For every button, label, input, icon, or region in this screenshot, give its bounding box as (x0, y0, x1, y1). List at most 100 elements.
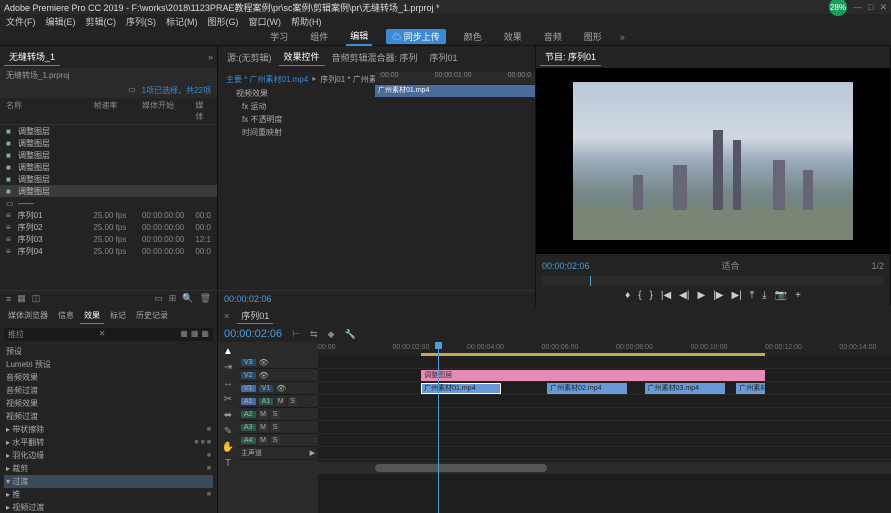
razor-tool-icon[interactable]: ✂ (224, 394, 232, 405)
bin-row[interactable]: ■调整图层 (0, 125, 217, 137)
eff-folder[interactable]: 音频效果 (4, 371, 213, 384)
clear-search-icon[interactable]: ✕ (99, 329, 106, 340)
ec-mini-timeline[interactable]: :00:00 00:00:01:00 00:00:0 广州素材01.mp4 (375, 72, 535, 292)
bin-row[interactable]: ■调整图层 (0, 137, 217, 149)
eff-folder[interactable]: 视频过渡 (4, 410, 213, 423)
program-timecode[interactable]: 00:00:02:06 (542, 261, 590, 271)
eff-folder[interactable]: 视频效果 (4, 397, 213, 410)
list-view-icon[interactable]: ≡ (6, 294, 11, 304)
bin-row[interactable]: ≡序列0125.00 fps00:00:00:0000:0 (0, 209, 217, 221)
program-fit[interactable]: 适合 (722, 259, 740, 272)
ws-learn[interactable]: 学习 (266, 28, 292, 45)
track-head-a1[interactable]: A1A1MS (238, 395, 318, 408)
slip-tool-icon[interactable]: ⬌ (224, 410, 232, 421)
track-head-v2[interactable]: V2👁 (238, 369, 318, 382)
program-tab[interactable]: 节目: 序列01 (540, 48, 601, 66)
ws-graphics[interactable]: 图形 (580, 28, 606, 45)
eff-tab-info[interactable]: 信息 (54, 308, 78, 324)
program-ratio[interactable]: 1/2 (871, 261, 884, 271)
effect-item[interactable]: ▸ 视频过渡 (4, 501, 213, 513)
window-max[interactable]: □ (868, 2, 873, 12)
tl-snap-icon[interactable]: ⊢ (292, 329, 300, 340)
icon-view-icon[interactable]: ▦ (17, 293, 26, 304)
ec-tab-source[interactable]: 源:(无剪辑) (222, 49, 277, 66)
bin-row[interactable]: ≡序列0325.00 fps00:00:00:0012:1 (0, 233, 217, 245)
bin-row[interactable]: ■调整图层 (0, 173, 217, 185)
effects-search[interactable]: 推拉 ✕ ▦▦▦ (4, 328, 213, 341)
track-head-v1[interactable]: V1V1👁 (238, 382, 318, 395)
clip-v1-3[interactable]: 广州素材03.mp4 (645, 383, 725, 394)
ec-tab-audio-mixer[interactable]: 音频剪辑混合器: 序列 (327, 49, 423, 66)
mark-in-icon[interactable]: { (638, 290, 641, 301)
selection-tool-icon[interactable]: ▲ (223, 346, 233, 357)
find-icon[interactable]: 🔍 (182, 293, 193, 304)
extract-icon[interactable]: ⤓ (762, 290, 766, 301)
effect-item[interactable]: ▸ 水平翻转■ ■ ■ (4, 436, 213, 449)
track-select-tool-icon[interactable]: ⇥ (224, 362, 232, 373)
effect-item[interactable]: ▸ 裁剪■ (4, 462, 213, 475)
menu-file[interactable]: 文件(F) (6, 15, 36, 28)
new-bin-icon[interactable]: ▭ (154, 293, 163, 304)
bin-row[interactable]: ■调整图层 (0, 161, 217, 173)
timeline-sequence-tab[interactable]: 序列01 (237, 308, 273, 324)
step-fwd-icon[interactable]: |▶ (713, 290, 723, 301)
timeline-ruler[interactable]: 00:00 00:00:02:00 00:00:04:00 00:00:06:0… (318, 342, 891, 356)
ec-clip-bar[interactable]: 广州素材01.mp4 (375, 85, 535, 97)
ec-tab-seq[interactable]: 序列01 (425, 49, 463, 66)
ws-effects[interactable]: 效果 (500, 28, 526, 45)
track-head-a2[interactable]: A2MS (238, 408, 318, 421)
menu-graphics[interactable]: 图形(G) (208, 15, 239, 28)
freeform-view-icon[interactable]: ◫ (32, 293, 41, 304)
track-head-a3[interactable]: A3MS (238, 421, 318, 434)
window-close[interactable]: ✕ (879, 2, 887, 13)
ws-edit[interactable]: 编辑 (346, 27, 372, 46)
clip-v1-2[interactable]: 广州素材02.mp4 (547, 383, 627, 394)
step-back-icon[interactable]: ◀| (679, 290, 689, 301)
timeline-zoom-bar[interactable] (318, 462, 891, 474)
eff-folder[interactable]: Lumetri 预设 (4, 358, 213, 371)
eff-tab-history[interactable]: 历史记录 (132, 308, 172, 324)
new-item-icon[interactable]: ⊞ (169, 293, 177, 304)
effect-item[interactable]: ▸ 推■ (4, 488, 213, 501)
ws-color[interactable]: 颜色 (460, 28, 486, 45)
eff-folder[interactable]: 音频过渡 (4, 384, 213, 397)
goto-in-icon[interactable]: |◀ (661, 290, 671, 301)
ec-timecode[interactable]: 00:00:02:06 (224, 294, 272, 304)
trash-icon[interactable]: 🗑 (200, 293, 211, 304)
clip-v1-4[interactable]: 广州素材04.mp4 (736, 383, 765, 394)
window-min[interactable]: — (853, 2, 862, 12)
clip-adjustment[interactable]: 调整图层 (421, 370, 765, 381)
bin-row[interactable]: ■调整图层 (0, 149, 217, 161)
program-scrub-bar[interactable] (542, 276, 884, 286)
menu-help[interactable]: 帮助(H) (291, 15, 322, 28)
play-icon[interactable]: ▶ (697, 290, 705, 301)
mark-out-icon[interactable]: } (650, 290, 653, 301)
track-head-v3[interactable]: V3👁 (238, 356, 318, 369)
ws-more-icon[interactable]: » (620, 32, 625, 42)
bin-row[interactable]: ■调整图层 (0, 185, 217, 197)
cloud-sync-button[interactable]: ☁ 同步上传 (386, 29, 446, 44)
menu-edit[interactable]: 编辑(E) (46, 15, 76, 28)
timeline-timecode[interactable]: 00:00:02:06 (224, 328, 282, 340)
ws-audio[interactable]: 音频 (540, 28, 566, 45)
menu-marker[interactable]: 标记(M) (166, 15, 198, 28)
type-tool-icon[interactable]: T (225, 458, 231, 469)
eff-tab-media[interactable]: 媒体浏览器 (4, 308, 52, 324)
timeline-tracks[interactable]: 00:00 00:00:02:00 00:00:04:00 00:00:06:0… (318, 342, 891, 513)
menu-sequence[interactable]: 序列(S) (126, 15, 156, 28)
effect-item[interactable]: ▸ 带状擦除■ (4, 423, 213, 436)
sync-badge[interactable]: 28% (829, 0, 847, 16)
tl-wrench-icon[interactable]: 🔧 (344, 329, 355, 340)
bin-row[interactable]: ≡序列0225.00 fps00:00:00:0000:0 (0, 221, 217, 233)
eff-folder[interactable]: 预设 (4, 345, 213, 358)
clip-v1-1[interactable]: 广州素材01.mp4 (421, 383, 501, 394)
hand-tool-icon[interactable]: ✋ (222, 442, 234, 453)
bin-row[interactable]: ▭—— (0, 197, 217, 209)
track-head-a4[interactable]: A4MS (238, 434, 318, 447)
eff-tab-markers[interactable]: 标记 (106, 308, 130, 324)
bin-icon[interactable]: ▭ (128, 85, 136, 96)
pen-tool-icon[interactable]: ✎ (224, 426, 232, 437)
settings-icon[interactable]: + (795, 290, 801, 301)
tl-marker-icon[interactable]: ◆ (328, 329, 335, 340)
panel-menu-icon[interactable]: » (208, 52, 213, 62)
